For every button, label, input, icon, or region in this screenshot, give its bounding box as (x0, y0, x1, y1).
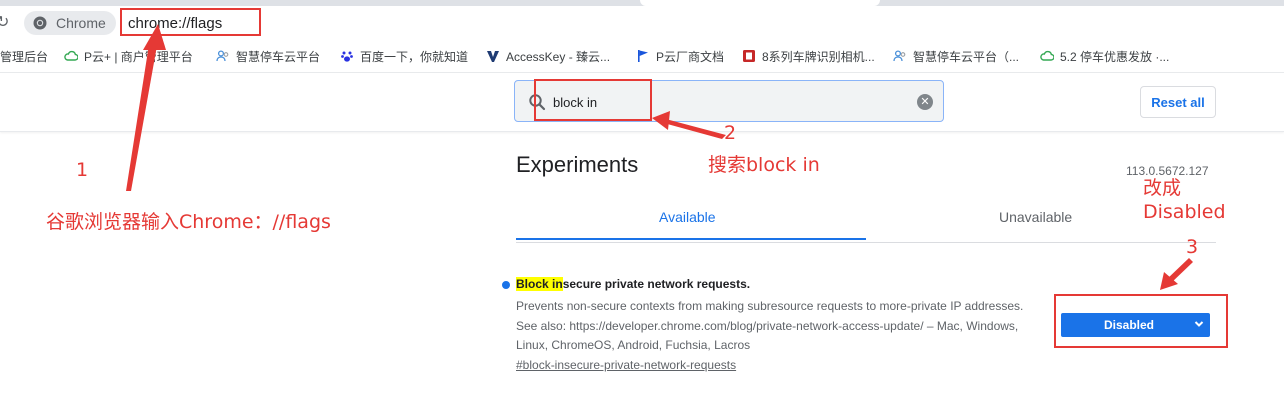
annotation-arrowhead-1 (143, 24, 166, 50)
annotation-step2-text: 搜索block in (708, 154, 820, 176)
annotation-arrowhead-2 (652, 111, 670, 130)
annotation-step1-number: 1 (76, 159, 89, 181)
annotation-step3-text-line2: Disabled (1143, 201, 1226, 223)
annotation-step3-text-line1: 改成 (1143, 177, 1182, 199)
annotation-step2-number: 2 (724, 122, 737, 144)
annotation-arrow-1 (126, 38, 158, 191)
annotation-step3-number: 3 (1186, 236, 1199, 258)
annotation-step1-text: 谷歌浏览器输入Chrome：//flags (46, 211, 331, 233)
annotation-arrows (126, 24, 1193, 290)
annotation-arrow-2 (660, 118, 726, 139)
